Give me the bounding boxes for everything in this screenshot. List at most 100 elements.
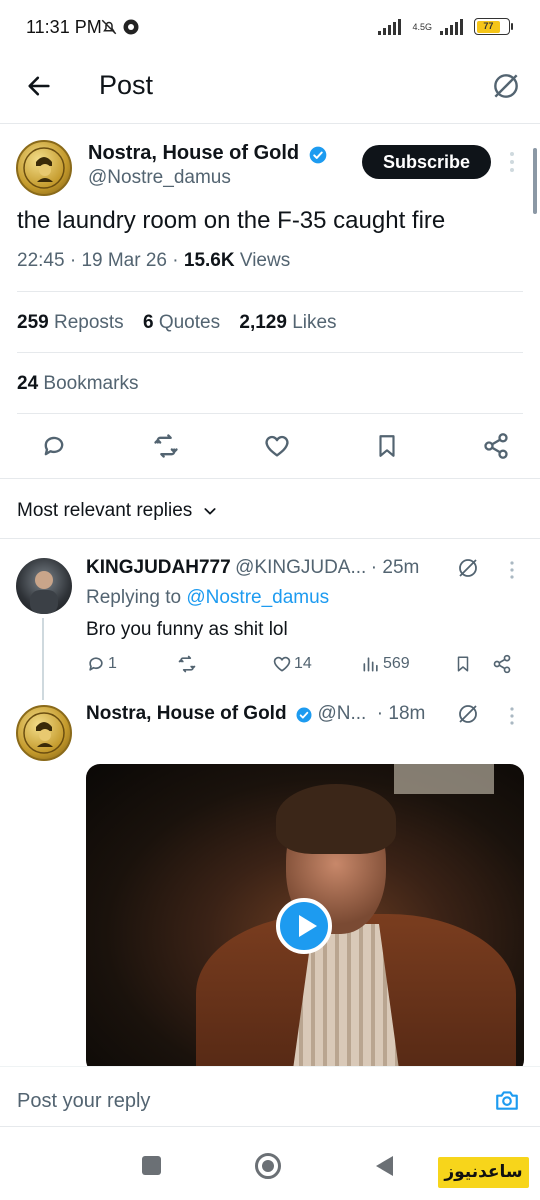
post-meta: 22:45 · 19 Mar 26 · 15.6K Views [17, 250, 291, 271]
reply-reply-button[interactable]: 1 [86, 654, 117, 674]
repost-button[interactable] [151, 432, 181, 465]
mute-bell-icon [101, 19, 117, 35]
more-options-button[interactable] [506, 150, 518, 179]
reply-bookmark-button[interactable] [454, 654, 472, 674]
recents-button[interactable] [142, 1156, 161, 1175]
replying-to-handle[interactable]: @Nostre_damus [186, 587, 329, 608]
reply-time: · 25m [370, 557, 420, 578]
home-dot-icon [262, 1160, 274, 1172]
network-label: 4.5G [412, 21, 432, 32]
author-name[interactable]: Nostra, House of Gold [88, 142, 299, 164]
reply-more-button[interactable] [508, 560, 516, 585]
likes-label: Likes [292, 312, 337, 333]
watermark-logo: ساعدنیوز [438, 1157, 529, 1188]
page-title: Post [99, 70, 154, 100]
reply-reply-count: 1 [108, 655, 117, 672]
subscribe-button[interactable]: Subscribe [362, 145, 491, 179]
reply-icon [89, 657, 103, 671]
signal-icon-2 [440, 18, 463, 35]
replying-to: Replying to @Nostre_damus [86, 587, 329, 609]
stats-divider [17, 352, 523, 353]
reply-author-name[interactable]: KINGJUDAH777 [86, 557, 231, 578]
bookmarks-stat[interactable]: 24 Bookmarks [17, 373, 138, 395]
battery-level: 77 [476, 20, 501, 33]
reply2-time: · 18m [376, 703, 426, 724]
quotes-label: Quotes [158, 312, 221, 333]
reply2-grok-button[interactable] [456, 702, 480, 731]
share-button[interactable] [482, 432, 510, 465]
repost-icon [153, 434, 178, 458]
reply2-avatar[interactable] [16, 705, 72, 761]
reposts-count: 259 [17, 312, 49, 333]
camera-button[interactable] [493, 1087, 521, 1118]
verified-badge-icon [296, 707, 312, 723]
bookmarks-count: 24 [17, 373, 39, 394]
share-icon [493, 654, 511, 674]
reply2-author-handle[interactable]: @N... [317, 703, 366, 724]
grok-button[interactable] [490, 70, 522, 107]
gif-person-hair [276, 784, 396, 854]
reply-button[interactable] [40, 432, 68, 465]
reply2-author-name[interactable]: Nostra, House of Gold [86, 703, 287, 724]
author-handle[interactable]: @Nostre_damus [88, 167, 231, 189]
reposts-label: Reposts [53, 312, 124, 333]
status-time: 11:31 PM [26, 17, 102, 37]
actions-divider [0, 478, 540, 479]
triangle-back-icon [376, 1156, 393, 1176]
coin-portrait-icon [23, 712, 65, 754]
back-nav-button[interactable] [373, 1154, 395, 1183]
camera-icon [496, 1091, 518, 1110]
reply-input[interactable]: Post your reply [17, 1090, 150, 1113]
scrollbar[interactable] [533, 148, 537, 214]
bookmarks-label: Bookmarks [43, 373, 139, 394]
post-time: 22:45 [17, 250, 65, 271]
heart-icon [273, 656, 291, 672]
analytics-icon [363, 657, 378, 672]
reply-share-button[interactable] [492, 654, 512, 674]
author-name-row: Nostra, House of Gold [88, 142, 328, 165]
reply-text: Bro you funny as shit lol [86, 619, 288, 640]
views-count: 15.6K [183, 250, 235, 271]
chevron-down-icon [204, 508, 216, 515]
replies-sort-dropdown[interactable]: Most relevant replies [17, 500, 218, 522]
home-button[interactable] [255, 1153, 281, 1179]
reply-repost-button[interactable] [176, 654, 198, 674]
sort-divider [0, 538, 540, 539]
reply-view-count: 569 [383, 655, 410, 672]
reply2-header: Nostra, House of Gold @N... · 18m [86, 703, 456, 725]
reply2-more-button[interactable] [508, 706, 516, 731]
status-right-icons: 4.5G 77 [378, 18, 513, 35]
bookmark-button[interactable] [374, 432, 400, 465]
back-arrow-icon [28, 76, 50, 96]
like-button[interactable] [263, 432, 291, 465]
post-actions [40, 432, 510, 465]
back-button[interactable] [24, 72, 54, 105]
signal-icon [378, 18, 402, 35]
reply-like-button[interactable]: 14 [272, 654, 312, 674]
likes-count: 2,129 [239, 312, 287, 333]
reply-header: KINGJUDAH777 @KINGJUDA... · 25m [86, 557, 486, 579]
gif-media[interactable] [86, 764, 524, 1074]
reply-author-handle[interactable]: @KINGJUDA... [235, 557, 366, 578]
app-notification-icon [123, 19, 139, 35]
play-button[interactable] [276, 898, 332, 954]
views-label: Views [239, 250, 291, 271]
post-text: the laundry room on the F-35 caught fire [17, 207, 446, 234]
compose-divider [0, 1126, 540, 1127]
reposts-stat[interactable]: 259 Reposts [17, 312, 124, 333]
likes-stat[interactable]: 2,129 Likes [239, 312, 336, 333]
reply-views-button[interactable]: 569 [361, 654, 410, 674]
bookmark-icon [457, 656, 469, 672]
reply-grok-button[interactable] [456, 556, 480, 585]
grok-icon [459, 705, 477, 723]
background-lamp [394, 764, 494, 794]
quotes-stat[interactable]: 6 Quotes [143, 312, 220, 333]
verified-badge-icon [309, 146, 326, 164]
replying-to-prefix: Replying to [86, 587, 182, 608]
reply-avatar[interactable] [16, 558, 72, 614]
person-photo-icon [30, 571, 58, 614]
status-notification-icons [100, 18, 140, 36]
author-avatar[interactable] [16, 140, 72, 196]
replies-sort-label: Most relevant replies [17, 500, 193, 521]
grok-icon [459, 559, 477, 577]
